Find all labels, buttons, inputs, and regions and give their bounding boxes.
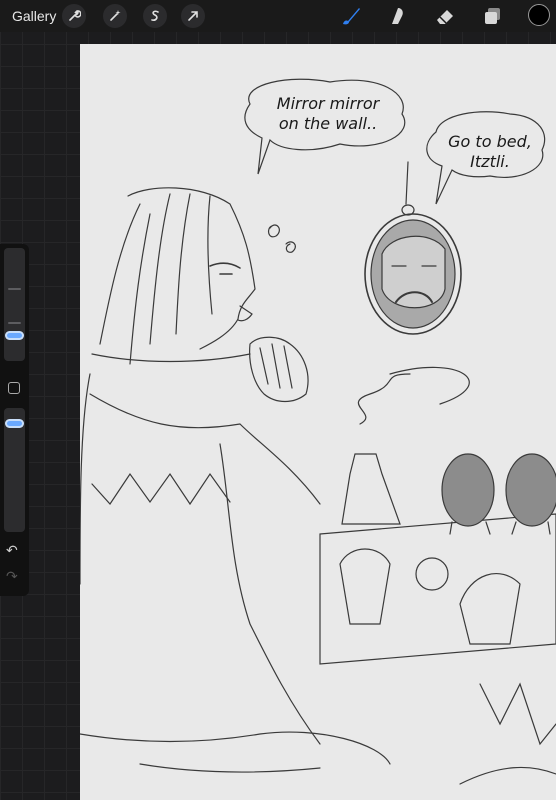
color-picker-button[interactable]	[528, 4, 550, 26]
layers-icon[interactable]	[481, 4, 505, 28]
bubble-text-line: Go to bed,	[448, 132, 532, 151]
bubble-text-line: on the wall..	[278, 114, 378, 133]
modify-button[interactable]	[8, 382, 20, 394]
drawing-canvas[interactable]: Mirror mirror on the wall.. Go to bed, I…	[80, 44, 556, 800]
top-toolbar: Gallery	[0, 0, 556, 32]
bubble-text-line: Mirror mirror	[276, 94, 380, 113]
gallery-button[interactable]: Gallery	[12, 8, 56, 24]
wrench-icon[interactable]	[62, 4, 86, 28]
arrow-transform-icon[interactable]	[181, 4, 205, 28]
brush-size-thumb[interactable]	[7, 333, 22, 338]
bubble-text-line: Itztli.	[470, 152, 510, 171]
magic-wand-icon[interactable]	[103, 4, 127, 28]
smudge-icon[interactable]	[386, 4, 410, 28]
slider-tick	[8, 322, 21, 324]
brush-size-slider[interactable]	[4, 248, 25, 361]
slider-tick	[8, 288, 21, 290]
speech-bubble-bed: Go to bed, Itztli.	[432, 132, 548, 172]
speech-bubble-mirror: Mirror mirror on the wall..	[258, 94, 398, 134]
brush-icon[interactable]	[339, 4, 363, 28]
opacity-slider[interactable]	[4, 408, 25, 532]
opacity-thumb[interactable]	[7, 421, 22, 426]
redo-button[interactable]: ↷	[6, 568, 18, 585]
left-sidebar: ↶ ↷	[0, 244, 29, 596]
undo-button[interactable]: ↶	[6, 542, 18, 559]
eraser-icon[interactable]	[433, 4, 457, 28]
selection-s-icon[interactable]	[143, 4, 167, 28]
